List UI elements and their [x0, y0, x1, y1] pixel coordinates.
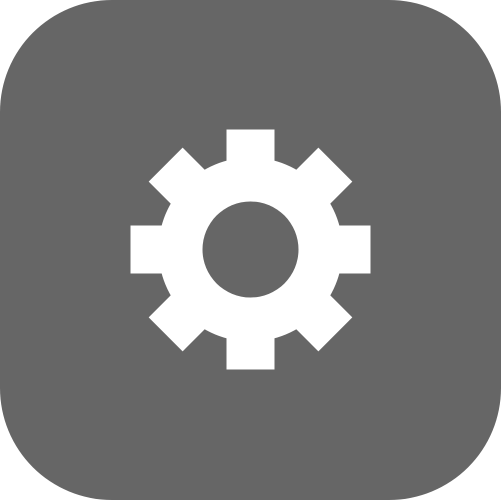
gear-icon — [130, 129, 371, 370]
settings-app-icon[interactable] — [0, 0, 501, 500]
gear-hole — [202, 201, 299, 298]
